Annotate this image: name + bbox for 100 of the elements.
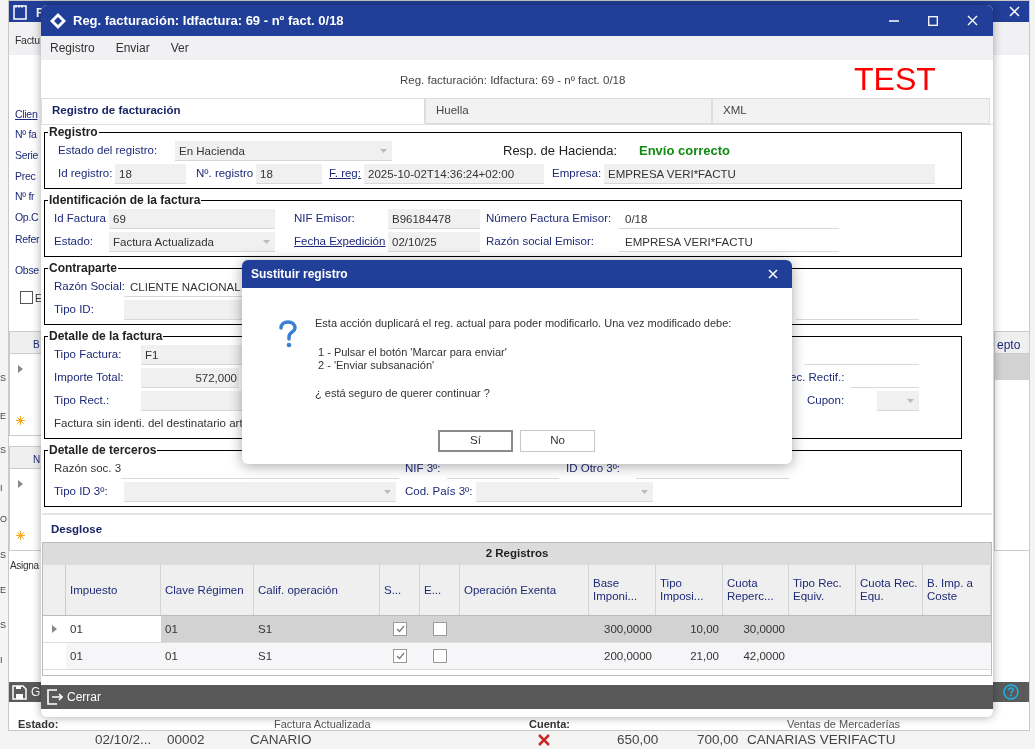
field-label: Tipo ID 3º: xyxy=(54,483,109,499)
input-field[interactable]: 69 xyxy=(109,208,275,229)
checkbox[interactable] xyxy=(20,291,33,304)
input-field[interactable]: EMPRESA VERI*FACTU xyxy=(619,231,839,252)
column-header: epto xyxy=(997,338,1021,352)
field-label: Serie xyxy=(15,148,38,163)
field-label: Nº fa xyxy=(15,127,37,142)
field-label: NIF 3º: xyxy=(405,460,442,476)
field-label: Número Factura Emisor: xyxy=(486,210,613,226)
exit-icon xyxy=(47,689,63,705)
close-button[interactable]: Cerrar xyxy=(47,688,101,706)
section-title: Registro xyxy=(48,126,99,139)
table-cell: 00002 xyxy=(167,732,205,747)
column-header[interactable]: B. Imp. a Coste xyxy=(923,565,991,615)
maximize-icon[interactable] xyxy=(928,15,938,26)
menu-item[interactable]: Registro xyxy=(50,39,95,57)
dropdown-arrow-icon xyxy=(907,398,914,403)
field-link[interactable]: Clien xyxy=(15,107,38,123)
dropdown-arrow-icon xyxy=(384,489,391,494)
checkbox[interactable] xyxy=(393,649,407,663)
field-label: Id registro: xyxy=(57,165,114,181)
checkbox[interactable] xyxy=(433,649,447,663)
tab[interactable]: Huella xyxy=(425,98,712,124)
dropdown[interactable]: En Hacienda xyxy=(175,140,392,161)
input-field[interactable]: 572,000 xyxy=(141,367,239,388)
document-icon xyxy=(13,4,27,20)
column-header[interactable]: Clave Régimen xyxy=(161,565,254,615)
asterisk-icon xyxy=(16,531,25,540)
field-label: Id Factura xyxy=(54,210,107,226)
field-label: Obse xyxy=(15,263,39,278)
column-header[interactable]: S... xyxy=(380,565,420,615)
status-text: Envío correcto xyxy=(639,141,731,160)
field-link[interactable]: Fecha Expedición xyxy=(294,232,388,251)
row-pointer-icon xyxy=(18,365,23,373)
input-field[interactable]: EMPRESA VERI*FACTU xyxy=(604,163,935,184)
close-icon[interactable] xyxy=(967,15,978,26)
table-cell: 700,00 xyxy=(697,732,739,747)
field-label: Tipo Rect.: xyxy=(54,392,111,408)
column-header[interactable]: Cuota Reperc... xyxy=(723,565,789,615)
input-field[interactable]: 18 xyxy=(115,163,186,184)
table-cell-text: 300,0000 xyxy=(603,622,653,637)
table-cell-text: 10,00 xyxy=(689,622,720,637)
close-icon[interactable] xyxy=(768,269,778,279)
menu-item[interactable]: Enviar xyxy=(115,39,150,57)
field-label: Importe Total: xyxy=(54,369,125,385)
checkbox-label: E xyxy=(35,292,42,306)
table-row[interactable]: 01 01 S1 200,0000 21,00 42,0000 xyxy=(43,643,991,670)
text-fragment: E xyxy=(0,584,6,597)
table-row[interactable]: 01 01 S1 300,0000 10,00 30,0000 xyxy=(43,616,991,643)
asterisk-icon xyxy=(16,416,25,425)
table-cell-text: 21,00 xyxy=(689,649,720,664)
app-logo-icon xyxy=(49,11,67,30)
field-label: Empresa: xyxy=(552,165,603,181)
input-field[interactable]: 2025-10-02T14:36:24+02:00 xyxy=(364,163,544,184)
section-title: Detalle de la factura xyxy=(48,330,164,343)
field-link[interactable]: F. reg: xyxy=(329,164,364,183)
input-field[interactable]: B96184478 xyxy=(388,208,480,229)
column-header[interactable]: Tipo Imposi... xyxy=(656,565,723,615)
input-field[interactable]: 02/10/25 xyxy=(388,231,480,252)
status-label: Estado: xyxy=(18,718,59,730)
help-icon[interactable] xyxy=(1003,684,1019,700)
column-header[interactable]: Tipo Rec. Equiv. xyxy=(789,565,856,615)
column-header[interactable]: Cuota Rec. Equ. xyxy=(856,565,923,615)
dropdown[interactable]: Factura Actualizada xyxy=(109,231,275,252)
table-cell: 650,00 xyxy=(617,732,659,747)
dialog-button[interactable]: No xyxy=(520,430,595,452)
input-field[interactable]: 18 xyxy=(256,163,322,184)
test-label: TEST xyxy=(854,62,936,96)
field-label: Tipo ID: xyxy=(54,301,95,317)
tab[interactable]: Registro de facturación xyxy=(41,98,425,124)
menu-item[interactable]: Factu xyxy=(15,33,40,49)
record-count: 2 Registros xyxy=(485,546,549,562)
save-button[interactable]: G xyxy=(12,683,41,701)
field-label: NIF Emisor: xyxy=(294,210,356,226)
input-field[interactable]: 0/18 xyxy=(619,208,839,229)
table-cell-text: 01 xyxy=(69,649,84,664)
checkbox[interactable] xyxy=(433,622,447,636)
check-icon xyxy=(395,625,405,633)
row-pointer-icon xyxy=(18,480,23,488)
text-fragment: I xyxy=(0,482,3,495)
section-title: Contraparte xyxy=(48,262,118,275)
column-header: B xyxy=(33,338,40,352)
field-label: Cod. País 3º: xyxy=(405,483,474,499)
status-value: Ventas de Mercaderías xyxy=(787,718,901,730)
section-title: Desglose xyxy=(50,522,104,537)
tab[interactable]: XML xyxy=(712,98,990,124)
column-header[interactable]: E... xyxy=(420,565,460,615)
close-icon[interactable] xyxy=(1009,6,1020,17)
field-label: Cupon: xyxy=(807,392,846,408)
menu-item[interactable]: Ver xyxy=(170,39,189,57)
column-header[interactable]: Impuesto xyxy=(66,565,161,615)
column-header[interactable]: Base Imponi... xyxy=(589,565,656,615)
question-text: ¿ está seguro de querer continuar ? xyxy=(315,387,491,400)
column-header[interactable]: Calif. operación xyxy=(254,565,380,615)
checkbox[interactable] xyxy=(393,622,407,636)
field-label: Estado del registro: xyxy=(57,142,159,158)
column-header[interactable]: Operación Exenta xyxy=(460,565,589,615)
dialog-button[interactable]: Sí xyxy=(438,430,513,452)
side-label: Asigna xyxy=(10,559,39,573)
status-label: Cuenta: xyxy=(529,718,570,730)
